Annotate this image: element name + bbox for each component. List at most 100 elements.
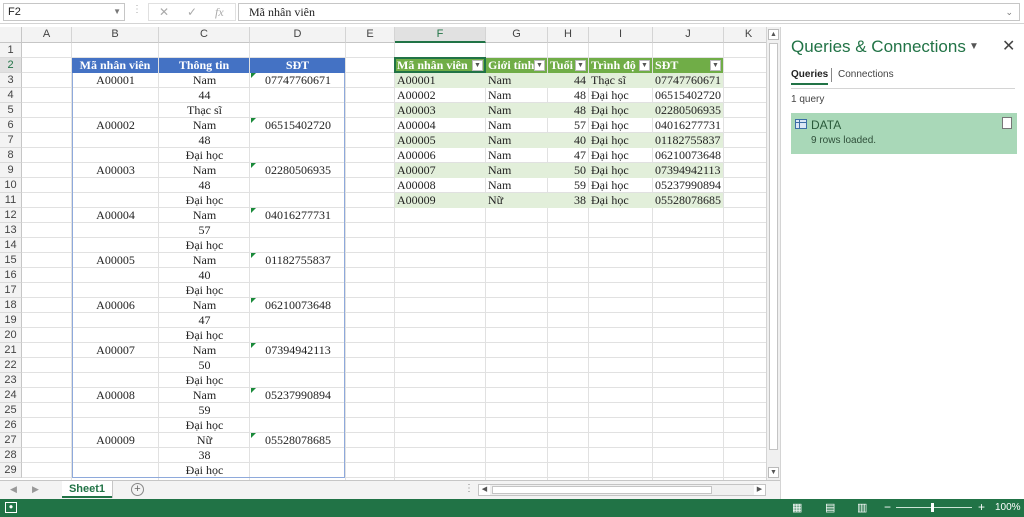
table-cell[interactable]: Đại học	[589, 178, 652, 193]
table-cell[interactable]: Đại học	[589, 193, 652, 208]
query-item[interactable]: DATA 9 rows loaded.	[791, 113, 1017, 154]
scroll-thumb[interactable]	[492, 486, 712, 494]
normal-view-icon[interactable]: ▦	[792, 501, 802, 514]
table-header-cell[interactable]: SĐT	[250, 58, 345, 73]
table-cell[interactable]: Đại học	[589, 163, 652, 178]
column-header[interactable]: I	[589, 27, 653, 43]
row-header[interactable]: 20	[0, 328, 22, 343]
row-header[interactable]: 17	[0, 283, 22, 298]
scroll-right-icon[interactable]: ▶	[754, 485, 765, 495]
table-cell[interactable]: 07394942113	[653, 163, 723, 178]
scroll-up-icon[interactable]: ▲	[768, 29, 779, 40]
table-cell[interactable]: 07747760671	[653, 73, 723, 88]
table-cell[interactable]: Đại học	[589, 103, 652, 118]
zoom-level[interactable]: 100%	[995, 502, 1021, 513]
table-cell[interactable]: Đại học	[589, 133, 652, 148]
table-cell[interactable]: 05528078685	[653, 193, 723, 208]
row-header[interactable]: 21	[0, 343, 22, 358]
tab-next-icon[interactable]: ▶	[32, 484, 39, 495]
column-header[interactable]: K	[724, 27, 766, 43]
chevron-down-icon[interactable]: ▼	[113, 4, 121, 20]
row-header[interactable]: 22	[0, 358, 22, 373]
table-cell[interactable]: 06210073648	[653, 148, 723, 163]
row-header[interactable]: 10	[0, 178, 22, 193]
row-header[interactable]: 12	[0, 208, 22, 223]
table-cell[interactable]: Nam	[486, 88, 547, 103]
add-sheet-icon[interactable]: +	[131, 483, 144, 496]
page-layout-icon[interactable]: ▤	[825, 501, 835, 514]
table-cell[interactable]: 44	[548, 73, 588, 88]
row-header[interactable]: 8	[0, 148, 22, 163]
row-header[interactable]: 16	[0, 268, 22, 283]
more-icon[interactable]: ⋮	[464, 483, 474, 494]
close-icon[interactable]: ✕	[1002, 36, 1015, 56]
table-header-cell[interactable]: Mã nhân viên	[72, 58, 158, 73]
table-cell[interactable]: 04016277731	[653, 118, 723, 133]
vertical-scrollbar[interactable]: ▲ ▼	[766, 27, 780, 480]
table-cell[interactable]: 50	[548, 163, 588, 178]
column-header[interactable]: F	[395, 27, 486, 43]
row-header[interactable]: 2	[0, 58, 22, 73]
row-header[interactable]: 23	[0, 373, 22, 388]
refresh-icon[interactable]	[1002, 117, 1012, 129]
table-cell[interactable]: Đại học	[589, 88, 652, 103]
fx-icon[interactable]: fx	[215, 5, 224, 20]
table-cell[interactable]: Nam	[486, 73, 547, 88]
row-header[interactable]: 4	[0, 88, 22, 103]
tab-queries[interactable]: Queries	[791, 69, 829, 85]
table-cell[interactable]: Nam	[486, 133, 547, 148]
panel-menu-icon[interactable]: ▼	[969, 41, 979, 52]
table-cell[interactable]: 48	[548, 103, 588, 118]
row-header[interactable]: 18	[0, 298, 22, 313]
column-header[interactable]: B	[72, 27, 159, 43]
table-cell[interactable]: A00005	[395, 133, 485, 148]
filter-dropdown-icon[interactable]: ▼	[534, 60, 545, 71]
filter-dropdown-icon[interactable]: ▼	[710, 60, 721, 71]
table-cell[interactable]: 59	[548, 178, 588, 193]
table-cell[interactable]: 38	[548, 193, 588, 208]
table-cell[interactable]: A00004	[395, 118, 485, 133]
table-cell[interactable]: Đại học	[589, 118, 652, 133]
row-header[interactable]: 27	[0, 433, 22, 448]
tab-prev-icon[interactable]: ◀	[10, 484, 17, 495]
table-cell[interactable]: A00009	[395, 193, 485, 208]
row-header[interactable]: 6	[0, 118, 22, 133]
zoom-slider[interactable]	[896, 507, 972, 508]
row-header[interactable]: 26	[0, 418, 22, 433]
zoom-in-icon[interactable]: +	[978, 500, 985, 514]
name-box[interactable]: F2 ▼	[3, 3, 125, 21]
table-cell[interactable]: 40	[548, 133, 588, 148]
table-cell[interactable]: Đại học	[589, 148, 652, 163]
table-cell[interactable]: A00008	[395, 178, 485, 193]
row-header[interactable]: 9	[0, 163, 22, 178]
table-cell[interactable]: Nam	[486, 118, 547, 133]
horizontal-scrollbar[interactable]: ◀ ▶	[478, 484, 766, 496]
scroll-left-icon[interactable]: ◀	[479, 485, 490, 495]
column-header[interactable]: D	[250, 27, 346, 43]
zoom-out-icon[interactable]: −	[884, 500, 891, 514]
row-header[interactable]: 19	[0, 313, 22, 328]
scroll-down-icon[interactable]: ▼	[768, 467, 779, 478]
table-cell[interactable]: Nam	[486, 103, 547, 118]
tab-connections[interactable]: Connections	[838, 69, 894, 80]
row-header[interactable]: 14	[0, 238, 22, 253]
column-header[interactable]: H	[548, 27, 589, 43]
row-header[interactable]: 1	[0, 43, 22, 58]
row-header[interactable]: 7	[0, 133, 22, 148]
row-header[interactable]: 28	[0, 448, 22, 463]
table-cell[interactable]: Nam	[486, 163, 547, 178]
table-cell[interactable]: A00001	[395, 73, 485, 88]
filter-dropdown-icon[interactable]: ▼	[639, 60, 650, 71]
more-icon[interactable]: ⋮	[132, 4, 142, 15]
scroll-thumb[interactable]	[769, 43, 778, 450]
table-cell[interactable]: Nam	[486, 148, 547, 163]
worksheet-grid[interactable]: A B C D E F G H I J K 1 2 3 4 5 6 7 8 9 10 11 12 13 14 15 16 17 18 19…	[0, 27, 766, 480]
table-cell[interactable]: 06515402720	[653, 88, 723, 103]
zoom-thumb[interactable]	[931, 503, 934, 512]
row-header[interactable]: 25	[0, 403, 22, 418]
table-cell[interactable]: 02280506935	[653, 103, 723, 118]
formula-input[interactable]: Mã nhân viên ⌄	[238, 3, 1020, 21]
table-cell[interactable]: 48	[548, 88, 588, 103]
row-header[interactable]: 5	[0, 103, 22, 118]
page-break-icon[interactable]: ▥	[857, 501, 867, 514]
